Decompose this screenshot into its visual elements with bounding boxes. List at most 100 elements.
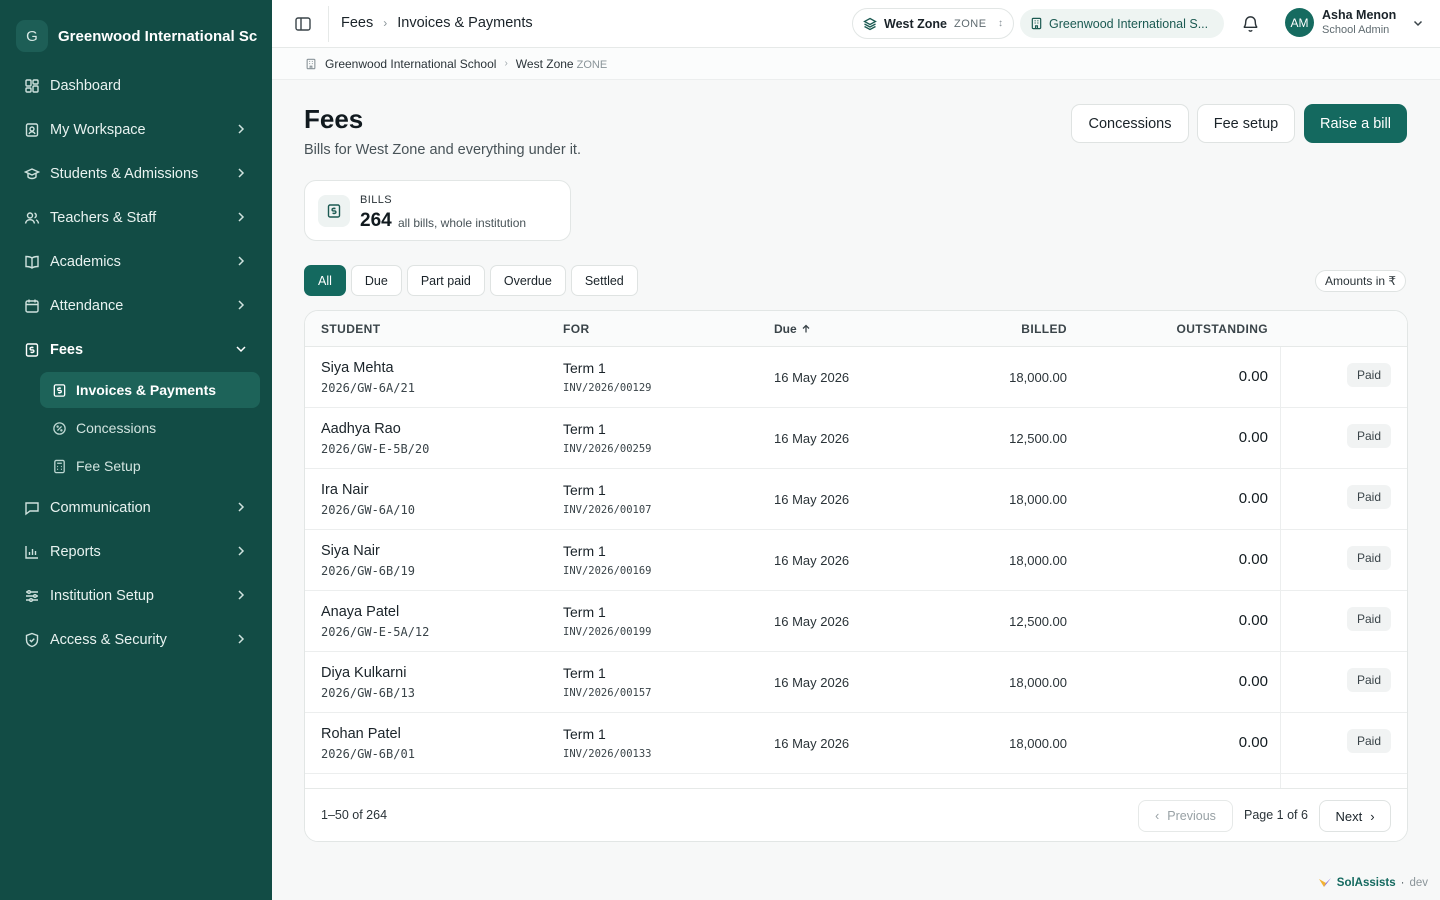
due-date: 16 May 2026 (774, 553, 850, 568)
due-date: 16 May 2026 (774, 431, 850, 446)
divider (328, 6, 329, 42)
student-name[interactable]: Diya Kulkarni (321, 665, 406, 681)
student-name[interactable]: Anaya Patel (321, 604, 399, 620)
student-id: 2026/GW-6B/13 (321, 686, 415, 700)
receipt-icon (52, 383, 67, 398)
table-row[interactable]: Aadhya Rao 2026/GW-E-5B/20 Term 1 INV/20… (305, 408, 1407, 469)
filter-part-paid[interactable]: Part paid (406, 265, 485, 296)
chevron-right-icon (238, 546, 245, 556)
filter-all[interactable]: All (304, 265, 346, 296)
outstanding-amount: 0.00 (1238, 734, 1268, 751)
scope-breadcrumb: Greenwood International School › West Zo… (272, 48, 1440, 80)
school-name: Greenwood International S... (1049, 16, 1209, 31)
zone-tag: ZONE (953, 17, 987, 30)
col-due[interactable]: Due (774, 322, 811, 336)
sidebar-item-attendance[interactable]: Attendance (12, 284, 260, 328)
receipt-icon (318, 195, 350, 227)
table-row[interactable]: Diya Kulkarni 2026/GW-6B/13 Term 1 INV/2… (305, 652, 1407, 713)
receipt-icon (24, 342, 40, 358)
sidebar-subitem-fee-setup[interactable]: Fee Setup (40, 448, 260, 484)
shield-icon (24, 632, 40, 648)
outstanding-amount: 0.00 (1238, 368, 1268, 385)
brand[interactable]: G Greenwood International Sc... (16, 20, 258, 52)
sidebar-subitem-label: Concessions (76, 420, 157, 436)
user-menu[interactable]: AM Asha Menon School Admin (1285, 8, 1424, 37)
sidebar-item-label: Fees (50, 342, 84, 358)
sidebar-subitem-concessions[interactable]: Concessions (40, 410, 260, 446)
student-name[interactable]: Siya Nair (321, 543, 380, 559)
table-row[interactable]: Rohan Patel 2026/GW-6B/01 Term 1 INV/202… (305, 713, 1407, 774)
sidebar-toggle-icon[interactable] (294, 15, 312, 33)
zone-selector[interactable]: West Zone ZONE ↕ (852, 8, 1014, 39)
bill-term: Term 1 (563, 421, 606, 437)
table-row[interactable]: Anaya Patel 2026/GW-E-5A/12 Term 1 INV/2… (305, 591, 1407, 652)
invoice-number: INV/2026/00133 (563, 748, 652, 760)
sort-ascending-icon (802, 324, 810, 333)
next-page-button[interactable]: Next › (1319, 800, 1391, 832)
school-selector[interactable]: Greenwood International S... (1020, 9, 1224, 38)
outstanding-amount: 0.00 (1238, 673, 1268, 690)
sidebar-item-institution-setup[interactable]: Institution Setup (12, 574, 260, 618)
scope-school[interactable]: Greenwood International School (325, 57, 496, 71)
fees-submenu: Invoices & Payments Concessions Fee Setu… (40, 372, 260, 484)
building-icon (306, 58, 316, 69)
student-id: 2026/GW-6A/10 (321, 503, 415, 517)
dashboard-icon (24, 78, 40, 94)
filter-due[interactable]: Due (350, 265, 402, 296)
student-name[interactable]: Siya Mehta (321, 360, 394, 376)
table-row[interactable]: Ira Nair 2026/GW-6A/10 Term 1 INV/2026/0… (305, 469, 1407, 530)
billed-amount: 18,000.00 (1009, 370, 1067, 385)
chevron-down-icon (1414, 20, 1423, 26)
sidebar-item-label: My Workspace (50, 122, 146, 138)
student-name[interactable]: Ira Nair (321, 482, 369, 498)
sidebar-item-reports[interactable]: Reports (12, 530, 260, 574)
status-badge: Paid (1346, 363, 1391, 387)
previous-page-button[interactable]: ‹ Previous (1138, 800, 1233, 832)
sidebar-item-teachers-staff[interactable]: Teachers & Staff (12, 196, 260, 240)
fee-setup-button[interactable]: Fee setup (1197, 104, 1295, 143)
billed-amount: 12,500.00 (1009, 614, 1067, 629)
table-pagination: 1–50 of 264 ‹ Previous Page 1 of 6 Next … (305, 788, 1407, 841)
bell-icon[interactable] (1241, 14, 1260, 33)
table-row[interactable]: Siya Nair 2026/GW-6B/19 Term 1 INV/2026/… (305, 530, 1407, 591)
layers-icon (863, 17, 877, 30)
bill-term: Term 1 (563, 604, 606, 620)
sliders-icon (24, 588, 40, 604)
stat-note: all bills, whole institution (398, 216, 527, 230)
breadcrumb-fees[interactable]: Fees (341, 15, 373, 31)
chevron-right-icon (238, 634, 245, 644)
breadcrumb-current: Invoices & Payments (397, 15, 533, 31)
user-role: School Admin (1322, 24, 1390, 36)
status-badge: Paid (1346, 424, 1391, 448)
raise-bill-button[interactable]: Raise a bill (1304, 104, 1407, 143)
sidebar-item-access-security[interactable]: Access & Security (12, 618, 260, 662)
users-icon (24, 210, 40, 226)
sidebar-item-academics[interactable]: Academics (12, 240, 260, 284)
chevron-down-icon (236, 346, 246, 353)
concessions-button[interactable]: Concessions (1071, 104, 1189, 143)
sidebar-item-students-admissions[interactable]: Students & Admissions (12, 152, 260, 196)
sidebar-item-label: Dashboard (50, 78, 121, 94)
sidebar-subitem-invoices-payments[interactable]: Invoices & Payments (40, 372, 260, 408)
table-body: Siya Mehta 2026/GW-6A/21 Term 1 INV/2026… (305, 347, 1407, 788)
filter-settled[interactable]: Settled (570, 265, 638, 296)
sidebar-item-label: Attendance (50, 298, 124, 314)
outstanding-amount: 0.00 (1238, 551, 1268, 568)
student-name[interactable]: Aadhya Rao (321, 421, 401, 437)
table-row[interactable]: Siya Mehta 2026/GW-6A/21 Term 1 INV/2026… (305, 347, 1407, 408)
calculator-icon (52, 459, 67, 474)
sidebar-item-dashboard[interactable]: Dashboard (12, 64, 260, 108)
sidebar-item-my-workspace[interactable]: My Workspace (12, 108, 260, 152)
user-name: Asha Menon (1322, 8, 1397, 22)
invoice-number: INV/2026/00259 (563, 443, 652, 455)
status-badge: Paid (1346, 546, 1391, 570)
student-name[interactable]: Rohan Patel (321, 726, 401, 742)
stat-label: BILLS (360, 194, 392, 206)
sidebar-item-communication[interactable]: Communication (12, 486, 260, 530)
previous-label: Previous (1167, 809, 1216, 823)
filter-overdue[interactable]: Overdue (489, 265, 566, 296)
invoices-table: STUDENT FOR Due BILLED OUTSTANDING Siya … (304, 310, 1408, 842)
sidebar-item-fees[interactable]: Fees (12, 328, 260, 372)
due-date: 16 May 2026 (774, 675, 850, 690)
chevron-right-icon (238, 168, 245, 178)
